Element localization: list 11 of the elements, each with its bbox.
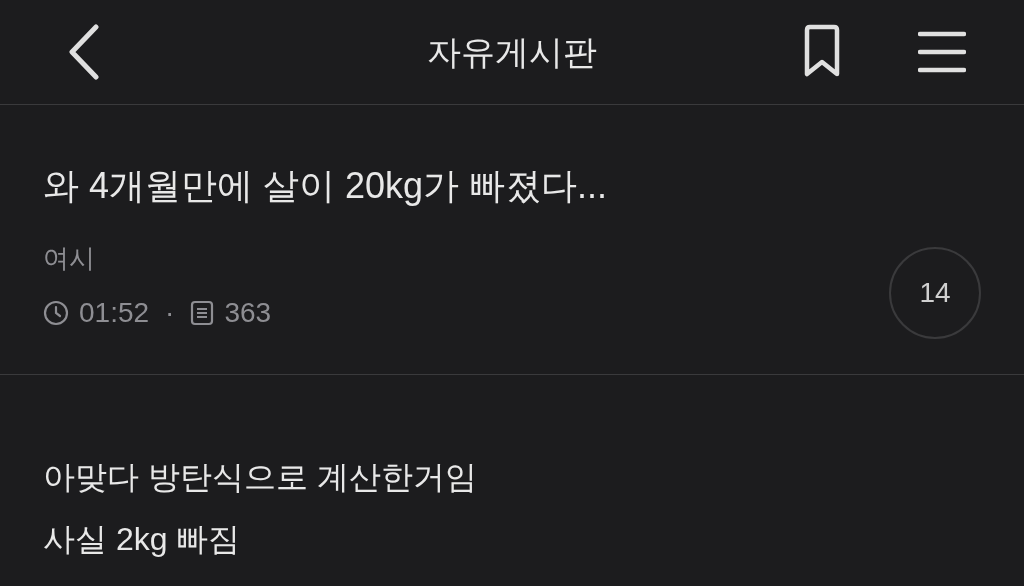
page-title: 자유게시판 (427, 31, 597, 73)
post-time: 01:52 (79, 296, 150, 330)
separator-dot: · (165, 296, 175, 330)
author-name: 여시 (43, 242, 96, 275)
comment-count[interactable]: 14 (889, 247, 981, 339)
body-text-line: 사실 2kg 빠짐 (43, 520, 242, 559)
clock-icon (43, 300, 69, 326)
post-title: 와 4개월만에 살이 20kg가 빠졌다... (43, 164, 608, 208)
view-count: 363 (224, 296, 272, 330)
document-icon (190, 300, 215, 326)
body-text-line: 아맞다 방탄식으로 계산한거임 (43, 458, 478, 497)
